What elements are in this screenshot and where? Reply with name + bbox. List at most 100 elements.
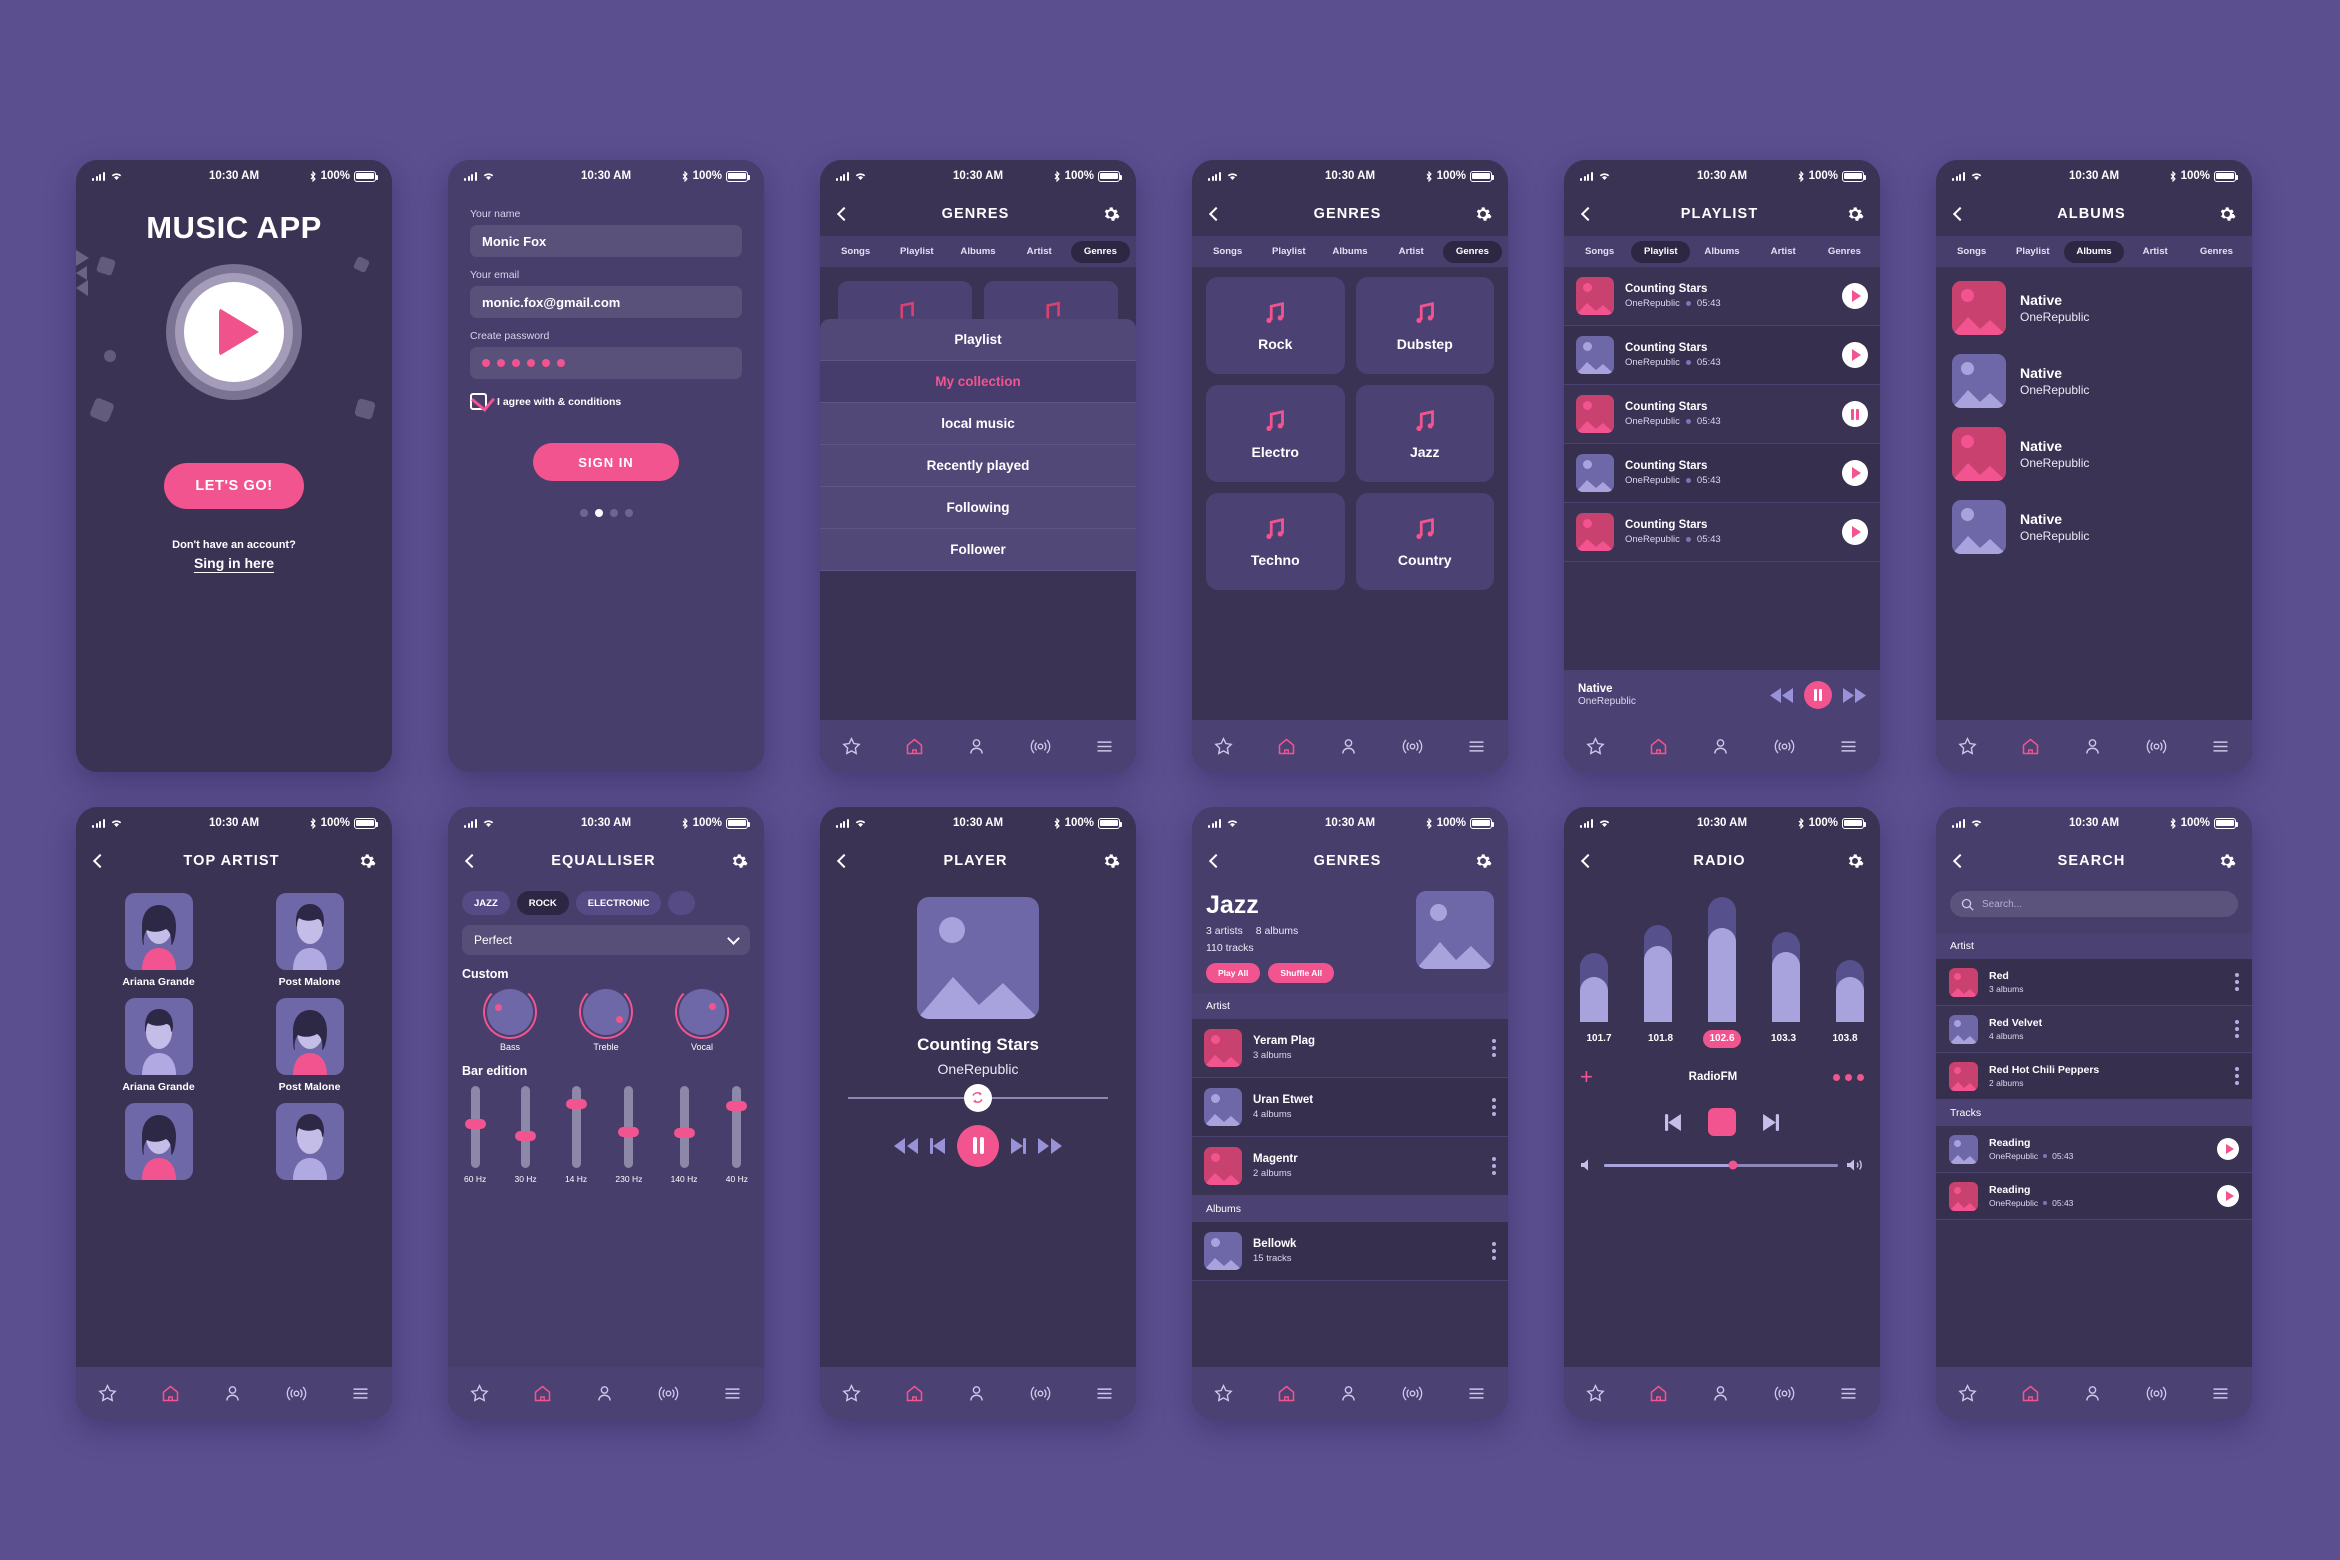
radio-icon[interactable] [1401,1383,1424,1404]
genre-tile-jazz[interactable]: Jazz [1355,385,1494,482]
freq-bar[interactable] [1644,924,1672,1022]
tab-genres[interactable]: Genres [2187,241,2246,263]
more-options-icon[interactable] [2235,1067,2239,1085]
tab-albums[interactable]: Albums [1320,241,1379,263]
menu-icon[interactable] [1466,736,1487,757]
band-slider[interactable]: 140 Hz [671,1086,698,1184]
radio-icon[interactable] [1773,1383,1796,1404]
radio-icon[interactable] [2145,736,2168,757]
band-slider[interactable]: 60 Hz [464,1086,486,1184]
menu-icon[interactable] [1094,736,1115,757]
menu-icon[interactable] [722,1383,743,1404]
knob-treble[interactable]: Treble [579,985,633,1052]
sign-in-button[interactable]: SIGN IN [533,443,679,481]
tab-songs[interactable]: Songs [1942,241,2001,263]
menu-icon[interactable] [1466,1383,1487,1404]
menu-item-recently-played[interactable]: Recently played [820,445,1136,487]
more-options-icon[interactable] [2235,973,2239,991]
tab-songs[interactable]: Songs [826,241,885,263]
person-icon[interactable] [966,736,987,757]
person-icon[interactable] [1338,1383,1359,1404]
tab-playlist[interactable]: Playlist [887,241,946,263]
tab-artist[interactable]: Artist [2126,241,2185,263]
back-icon[interactable] [836,853,852,869]
list-item[interactable]: Native OneRepublic [1936,417,2252,490]
home-icon[interactable] [904,1383,925,1404]
table-row[interactable]: Reading OneRepublic 05:43 [1936,1126,2252,1173]
gear-icon[interactable] [1474,852,1492,870]
menu-item-my-collection[interactable]: My collection [820,361,1136,403]
star-icon[interactable] [841,1383,862,1404]
menu-icon[interactable] [1094,1383,1115,1404]
repeat-icon[interactable] [963,1083,992,1112]
list-item[interactable]: Native OneRepublic [1936,344,2252,417]
preset-select[interactable]: Perfect [462,925,750,955]
gear-icon[interactable] [2218,205,2236,223]
tab-songs[interactable]: Songs [1570,241,1629,263]
freq-bar[interactable] [1708,897,1736,1022]
freq-bar[interactable] [1580,953,1608,1022]
home-icon[interactable] [2020,736,2041,757]
star-icon[interactable] [1585,736,1606,757]
list-item[interactable]: Native OneRepublic [1936,490,2252,563]
freq-label[interactable]: 103.3 [1765,1030,1803,1048]
terms-row[interactable]: I agree with & conditions [470,393,742,410]
menu-icon[interactable] [1838,736,1859,757]
tab-electronic[interactable]: ELECTRONIC [575,891,662,915]
table-row[interactable]: Bellowk 15 tracks [1192,1222,1508,1281]
more-options-icon[interactable] [1492,1039,1496,1057]
home-icon[interactable] [1276,736,1297,757]
table-row[interactable]: Yeram Plag 3 albums [1192,1019,1508,1078]
play-all-button[interactable]: Play All [1206,963,1261,983]
star-icon[interactable] [1957,1383,1978,1404]
table-row[interactable]: Counting Stars OneRepublic 05:43 [1564,444,1880,503]
artist-cell[interactable]: Post Malone [241,998,378,1093]
person-icon[interactable] [2082,736,2103,757]
back-icon[interactable] [1580,853,1596,869]
play-button[interactable] [1842,283,1868,309]
tab-playlist[interactable]: Playlist [1631,240,1691,263]
tab-artist[interactable]: Artist [1010,241,1069,263]
progress-bar[interactable] [848,1083,1108,1112]
back-icon[interactable] [836,206,852,222]
menu-item-local-music[interactable]: local music [820,403,1136,445]
back-icon[interactable] [1208,853,1224,869]
radio-icon[interactable] [657,1383,680,1404]
artist-cell[interactable] [90,1103,227,1186]
email-field[interactable]: monic.fox@gmail.com [470,286,742,318]
star-icon[interactable] [1213,1383,1234,1404]
table-row[interactable]: Counting Stars OneRepublic 05:43 [1564,326,1880,385]
band-slider[interactable]: 30 Hz [514,1086,537,1184]
tab-genres[interactable]: Genres [1442,240,1503,263]
gear-icon[interactable] [2218,852,2236,870]
freq-label-active[interactable]: 102.6 [1703,1030,1741,1048]
table-row[interactable]: Magentr 2 albums [1192,1137,1508,1196]
name-field[interactable]: Monic Fox [470,225,742,257]
tab-songs[interactable]: Songs [1198,241,1257,263]
star-icon[interactable] [1213,736,1234,757]
freq-label[interactable]: 101.8 [1642,1030,1680,1048]
menu-icon[interactable] [1838,1383,1859,1404]
menu-icon[interactable] [2210,1383,2231,1404]
freq-bar[interactable] [1772,932,1800,1022]
person-icon[interactable] [1338,736,1359,757]
person-icon[interactable] [966,1383,987,1404]
rewind-icon[interactable] [1770,687,1794,703]
shuffle-all-button[interactable]: Shuffle All [1268,963,1335,983]
star-icon[interactable] [97,1383,118,1404]
list-item[interactable]: Native OneRepublic [1936,271,2252,344]
pause-button[interactable] [1804,681,1832,709]
table-row[interactable]: Red Hot Chili Peppers 2 albums [1936,1053,2252,1100]
menu-item-following[interactable]: Following [820,487,1136,529]
back-icon[interactable] [1580,206,1596,222]
genre-tile-country[interactable]: Country [1355,493,1494,590]
tab-playlist[interactable]: Playlist [2003,241,2062,263]
person-icon[interactable] [1710,1383,1731,1404]
tab-genres[interactable]: Genres [1815,241,1874,263]
more-options-icon[interactable] [2235,1020,2239,1038]
tab-genres[interactable]: Genres [1070,240,1131,263]
volume-slider[interactable] [1604,1160,1838,1170]
knob-vocal[interactable]: Vocal [675,985,729,1052]
gear-icon[interactable] [1102,205,1120,223]
gear-icon[interactable] [358,852,376,870]
